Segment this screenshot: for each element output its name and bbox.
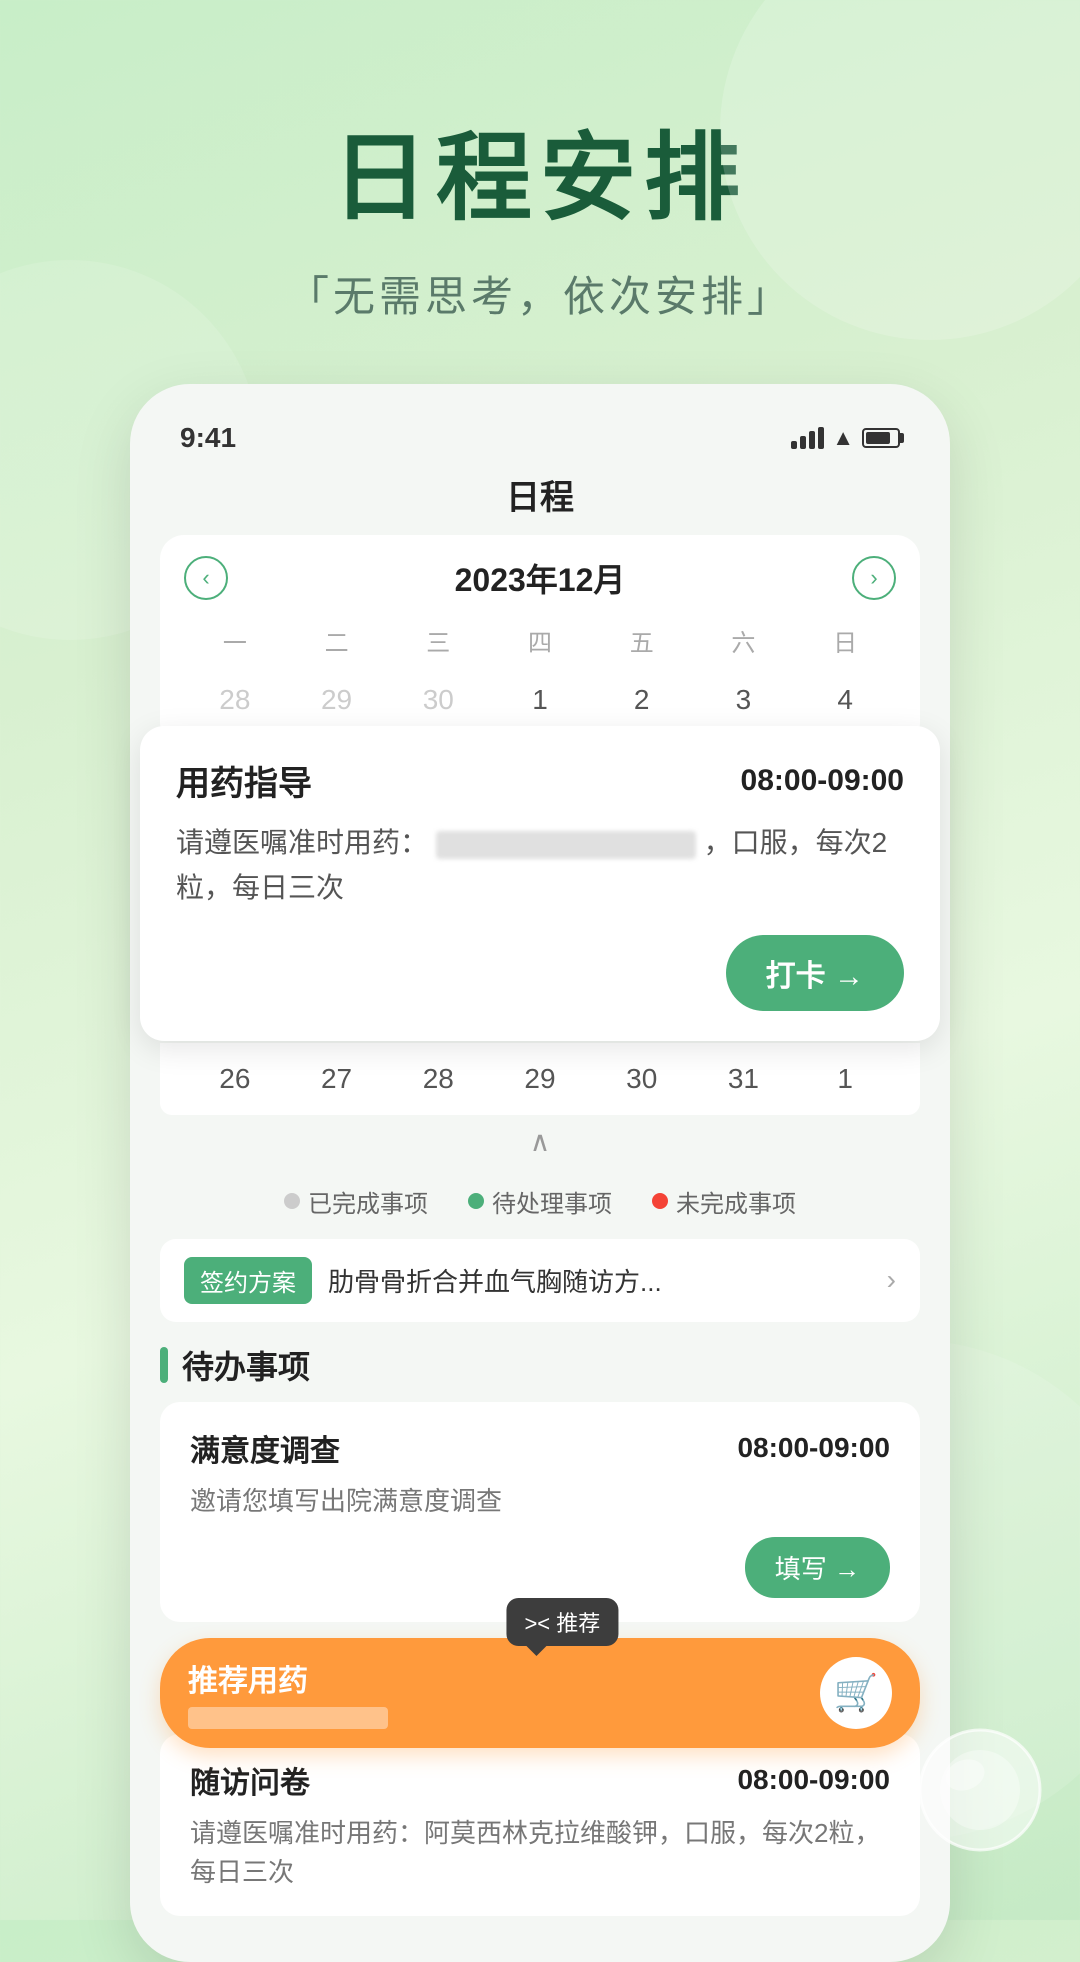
calendar-days-row2: 26 27 28 29 30 31 1 [160,1043,920,1115]
cal-day-28[interactable]: 28 [387,1053,489,1105]
cal-day-2[interactable]: 2 [591,674,693,726]
recommend-text-area: 推荐用药 [188,1656,820,1730]
cal-day-31[interactable]: 31 [693,1053,795,1105]
legend-incomplete: 未完成事项 [652,1184,796,1219]
status-bar: 9:41 ▲ [160,414,920,470]
recommend-spacer: >< 推荐 推荐用药 🛒 [160,1638,920,1718]
todo-section-header: 待办事项 [160,1334,920,1402]
calendar-weekdays: 一 二 三 四 五 六 日 [184,617,896,664]
calendar-legend: 已完成事项 待处理事项 未完成事项 [160,1168,920,1227]
calendar-month-label: 2023年12月 [455,555,626,601]
recommend-drug-card[interactable]: >< 推荐 推荐用药 🛒 [160,1638,920,1748]
checkin-button[interactable]: 打卡 → [726,935,904,1011]
contract-arrow-icon: › [887,1264,896,1296]
cal-day-29[interactable]: 29 [489,1053,591,1105]
weekday-tue: 二 [286,617,388,664]
cart-button[interactable]: 🛒 [820,1657,892,1729]
task-2-title: 随访问卷 [190,1758,310,1802]
task-1-title: 满意度调查 [190,1426,340,1470]
phone-mockup: 9:41 ▲ 日程 ‹ 2023年12月 › [130,384,950,1962]
legend-pending: 待处理事项 [468,1184,612,1219]
med-desc-prefix: 请遵医嘱准时用药： [176,827,428,858]
cal-day-30-prev[interactable]: 30 [387,674,489,726]
recommend-sub [188,1704,820,1730]
weekday-thu: 四 [489,617,591,664]
legend-dot-incomplete [652,1193,668,1209]
battery-icon [862,428,900,448]
task-card-followup: 随访问卷 08:00-09:00 请遵医嘱准时用药：阿莫西林克拉维酸钾，口服，每… [160,1734,920,1916]
next-month-button[interactable]: › [852,556,896,600]
signal-icon [791,427,824,449]
calendar-days-row1: 28 29 30 1 2 3 4 [184,674,896,726]
deco-pill-image [910,1720,1050,1860]
weekday-wed: 三 [387,617,489,664]
task-2-desc: 请遵医嘱准时用药：阿莫西林克拉维酸钾，口服，每次2粒，每日三次 [190,1814,890,1892]
task-1-write-button[interactable]: 填写 → [745,1537,890,1598]
page-root: 日程安排 「无需思考，依次安排」 9:41 ▲ 日程 [0,0,1080,1920]
legend-completed: 已完成事项 [284,1184,428,1219]
recommend-bubble: >< 推荐 [506,1598,618,1646]
weekday-sun: 日 [794,617,896,664]
weekday-mon: 一 [184,617,286,664]
med-blurred-text [436,831,696,859]
cal-day-29-prev[interactable]: 29 [286,674,388,726]
weekday-fri: 五 [591,617,693,664]
cal-day-3[interactable]: 3 [693,674,795,726]
task-1-desc: 邀请您填写出院满意度调查 [190,1482,890,1521]
med-card-time: 08:00-09:00 [741,764,904,798]
title-section: 日程安排 「无需思考，依次安排」 [287,100,793,324]
task-card-2-header: 随访问卷 08:00-09:00 [190,1758,890,1802]
cal-day-28-prev[interactable]: 28 [184,674,286,726]
status-time: 9:41 [180,422,236,454]
cal-day-1-next[interactable]: 1 [794,1053,896,1105]
recommend-blurred-text [188,1707,388,1729]
main-title: 日程安排 [287,100,793,239]
collapse-arrow[interactable]: ∧ [160,1115,920,1168]
calendar-nav: ‹ 2023年12月 › [184,555,896,601]
cal-day-30[interactable]: 30 [591,1053,693,1105]
task-2-time: 08:00-09:00 [737,1764,890,1796]
todo-title: 待办事项 [182,1342,310,1388]
app-header: 日程 [160,470,920,535]
recommend-title: 推荐用药 [188,1656,820,1700]
legend-dot-pending [468,1193,484,1209]
cal-day-26[interactable]: 26 [184,1053,286,1105]
calendar-section: ‹ 2023年12月 › 一 二 三 四 五 六 日 28 29 30 1 2 … [160,535,920,746]
prev-month-button[interactable]: ‹ [184,556,228,600]
task-card-satisfaction: 满意度调查 08:00-09:00 邀请您填写出院满意度调查 填写 → [160,1402,920,1622]
cal-day-1[interactable]: 1 [489,674,591,726]
task-card-1-header: 满意度调查 08:00-09:00 [190,1426,890,1470]
cal-day-4[interactable]: 4 [794,674,896,726]
med-card-title: 用药指导 [176,756,312,805]
med-card-desc: 请遵医嘱准时用药： ，口服，每次2粒，每日三次 [176,821,904,911]
contract-row[interactable]: 签约方案 肋骨骨折合并血气胸随访方... › [160,1239,920,1322]
task-1-time: 08:00-09:00 [737,1432,890,1464]
contract-tag: 签约方案 [184,1257,312,1304]
sub-title: 「无需思考，依次安排」 [287,263,793,324]
med-card-header: 用药指导 08:00-09:00 [176,756,904,805]
status-icons: ▲ [791,425,900,451]
weekday-sat: 六 [693,617,795,664]
cal-day-27[interactable]: 27 [286,1053,388,1105]
legend-label-incomplete: 未完成事项 [676,1184,796,1219]
medication-card: 用药指导 08:00-09:00 请遵医嘱准时用药： ，口服，每次2粒，每日三次… [140,726,940,1041]
wifi-icon: ▲ [832,425,854,451]
todo-bar-accent [160,1347,168,1383]
legend-dot-completed [284,1193,300,1209]
legend-label-pending: 待处理事项 [492,1184,612,1219]
legend-label-completed: 已完成事项 [308,1184,428,1219]
contract-text: 肋骨骨折合并血气胸随访方... [328,1262,871,1299]
